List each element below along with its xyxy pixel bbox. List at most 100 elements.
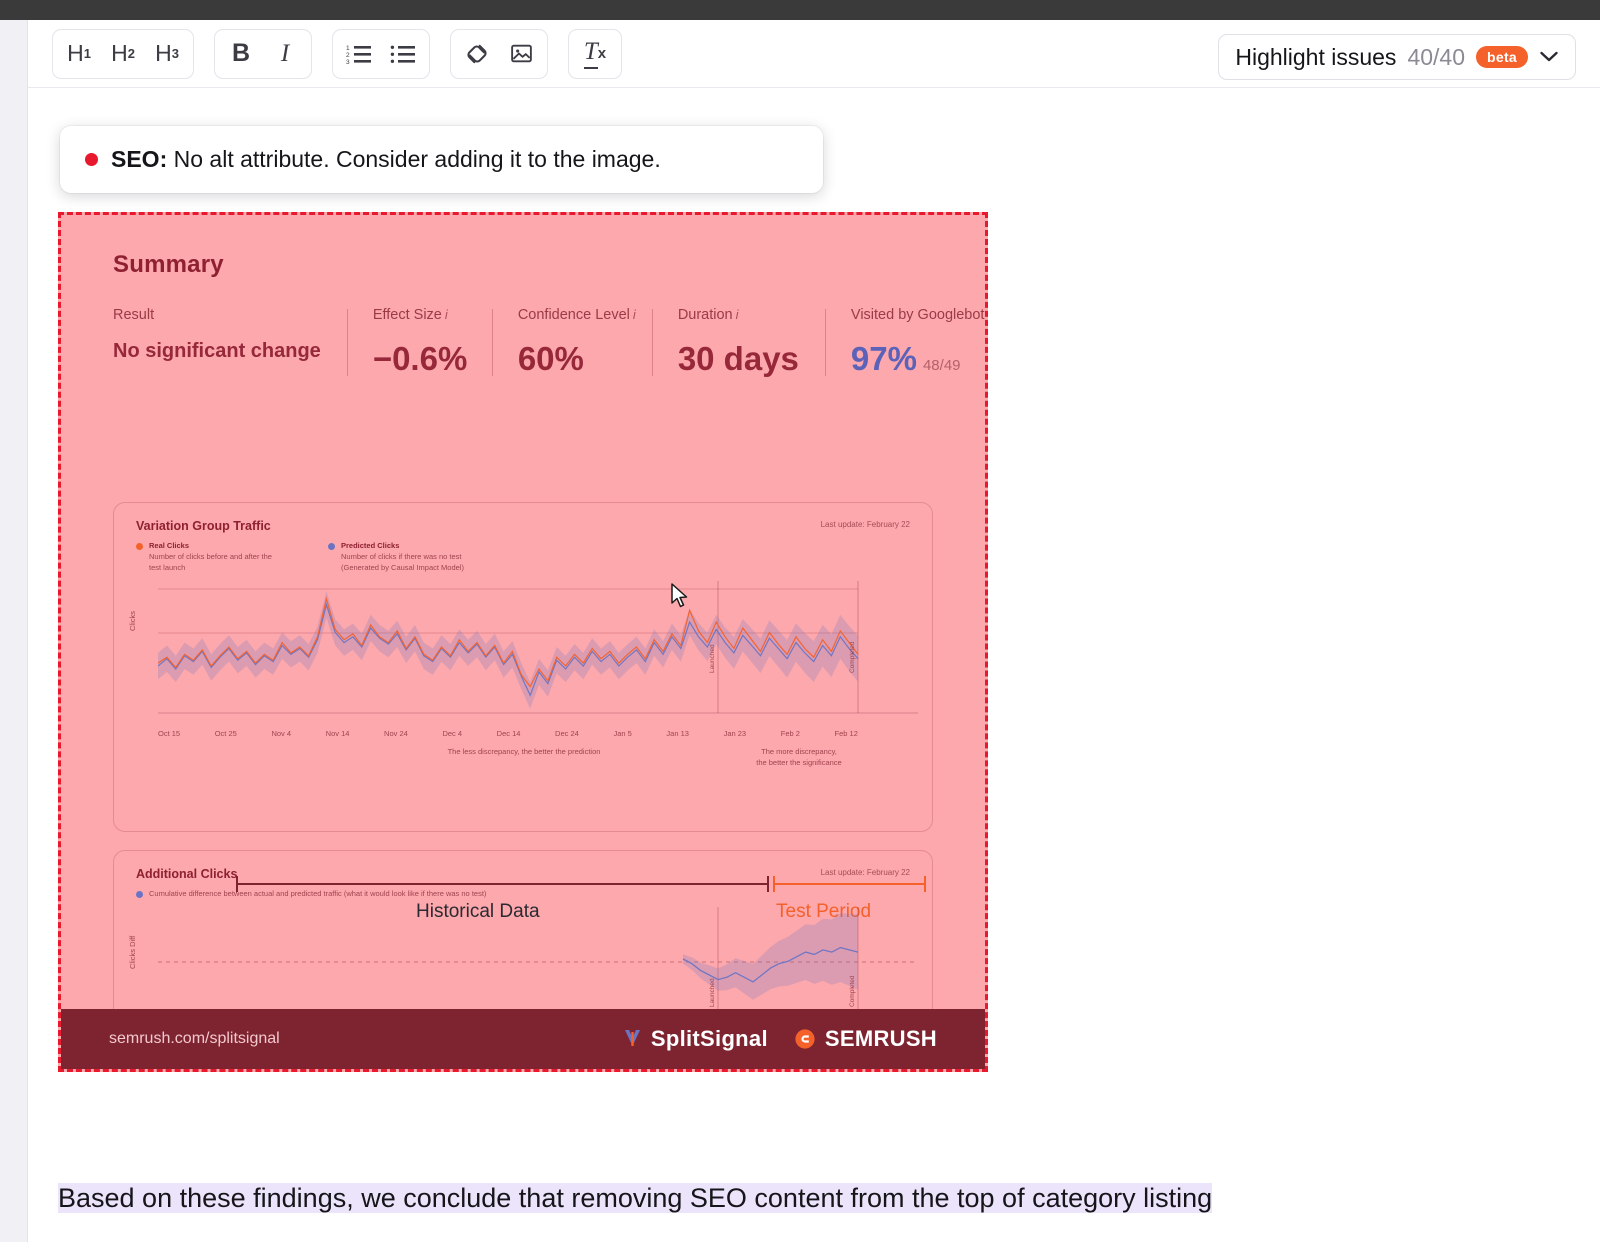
- summary-metrics: Result No significant change Effect Size…: [113, 307, 984, 378]
- metric-duration-label: Duration i: [678, 307, 799, 323]
- list-button-group: 1 2 3: [332, 28, 430, 79]
- chart-card-variation-group-traffic: Variation Group Traffic Last update: Feb…: [113, 502, 933, 832]
- metric-duration: Duration i 30 days: [651, 307, 825, 378]
- legend-item-real-clicks: Real Clicks Number of clicks before and …: [136, 541, 284, 574]
- report-footer: semrush.com/splitsignal SplitSignal SEMR…: [61, 1009, 985, 1069]
- semrush-brand: SEMRUSH: [794, 1026, 937, 1052]
- x-tick-label: Dec 14: [496, 729, 521, 738]
- bold-label: B: [231, 39, 251, 67]
- x-tick-label: Nov 4: [271, 729, 292, 738]
- splitsignal-brand: SplitSignal: [623, 1026, 768, 1052]
- legend-text-cumulative: Cumulative difference between actual and…: [149, 889, 486, 900]
- x-tick-label: Oct 15: [158, 729, 181, 738]
- metric-duration-value: 30 days: [677, 340, 799, 377]
- metric-confidence-label-text: Confidence Level: [517, 307, 630, 323]
- italic-button[interactable]: I: [265, 34, 305, 74]
- x-tick-label: Nov 24: [384, 729, 408, 738]
- x-tick-label: Feb 12: [834, 729, 858, 738]
- ordered-list-button[interactable]: 1 2 3: [339, 34, 379, 74]
- metric-confidence-label: Confidence Level i: [518, 307, 636, 323]
- svg-text:Launched: Launched: [709, 644, 716, 673]
- paragraph-below-image: Based on these findings, we conclude tha…: [58, 1178, 1558, 1218]
- legend-swatch-predicted-clicks: [328, 543, 335, 550]
- italic-label: I: [280, 39, 290, 67]
- metric-googlebot-fraction: 48/49: [922, 357, 961, 374]
- clear-format-group: Tx: [568, 28, 622, 79]
- chart1-plot: Launched Completed: [158, 581, 918, 714]
- bullet-list-icon: [390, 45, 415, 63]
- metric-effect-size-label-text: Effect Size: [372, 307, 442, 323]
- format-button-group: B I: [214, 28, 312, 79]
- chart2-y-axis-label: Clicks Diff: [128, 935, 137, 969]
- paragraph-bottom-text: Based on these findings, we conclude tha…: [58, 1183, 1213, 1213]
- chart1-note-right: The more discrepancy, the better the sig…: [756, 747, 842, 767]
- document-body[interactable]: ge in SEO content. SEO: No alt attribute…: [28, 88, 1600, 1242]
- heading-2-button[interactable]: H2: [103, 34, 143, 74]
- metric-duration-label-text: Duration: [677, 307, 733, 323]
- legend-text-real-clicks: Real Clicks Number of clicks before and …: [149, 541, 284, 574]
- svg-text:2: 2: [346, 52, 350, 59]
- legend-desc-cumulative: Cumulative difference between actual and…: [149, 889, 487, 898]
- bullet-list-button[interactable]: [383, 34, 423, 74]
- legend-desc-real-clicks: Number of clicks before and after the te…: [149, 551, 272, 572]
- info-icon[interactable]: i: [736, 307, 739, 322]
- application-window: H1 H2 H3 B I 1 2 3 T x Highlight issues …: [0, 0, 1600, 1242]
- x-tick-label: Jan 5: [613, 729, 632, 738]
- metric-googlebot-percent: 97%: [850, 340, 917, 377]
- insert-image-button[interactable]: [501, 34, 541, 74]
- editor-toolbar: H1 H2 H3 B I 1 2 3 T x Highlight issues …: [28, 20, 1600, 88]
- svg-text:Completed: Completed: [849, 975, 856, 1007]
- link-icon: [467, 44, 487, 63]
- info-icon[interactable]: i: [445, 307, 448, 322]
- legend-text-predicted-clicks: Predicted Clicks Number of clicks if the…: [341, 541, 476, 574]
- metric-effect-size-label: Effect Size i: [373, 307, 466, 323]
- metric-result-label: Result: [113, 307, 155, 323]
- metric-confidence-level: Confidence Level i 60%: [491, 307, 652, 378]
- chart2-legend: Cumulative difference between actual and…: [136, 889, 486, 900]
- x-tick-label: Jan 13: [666, 729, 689, 738]
- svg-text:1: 1: [346, 45, 350, 52]
- h3-sub: 3: [171, 46, 179, 61]
- chart1-last-update: Last update: February 22: [820, 520, 910, 529]
- h1-sub: 1: [83, 46, 91, 61]
- heading-3-button[interactable]: H3: [147, 34, 187, 74]
- legend-name-real-clicks: Real Clicks: [149, 541, 190, 550]
- insert-link-button[interactable]: [457, 34, 497, 74]
- x-tick-label: Feb 2: [780, 729, 800, 738]
- x-tick-label: Nov 14: [325, 729, 350, 738]
- legend-item-predicted-clicks: Predicted Clicks Number of clicks if the…: [328, 541, 476, 574]
- legend-item-cumulative-difference: Cumulative difference between actual and…: [136, 889, 486, 900]
- chart1-x-tick-labels: Oct 15 Oct 25 Nov 4 Nov 14 Nov 24 Dec 4 Dec 14…: [158, 729, 858, 738]
- seo-tooltip-prefix: SEO:: [111, 146, 168, 172]
- splitsignal-brand-text: SplitSignal: [650, 1026, 768, 1051]
- chart1-title: Variation Group Traffic: [136, 519, 271, 533]
- chart1-note-left: The less discrepancy, the better the pre…: [447, 747, 601, 756]
- clear-format-label: T: [583, 38, 598, 69]
- clear-formatting-button[interactable]: Tx: [575, 34, 615, 74]
- metric-effect-size: Effect Size i −0.6%: [346, 307, 492, 378]
- svg-text:Launched: Launched: [709, 978, 716, 1007]
- image-icon: [510, 44, 532, 63]
- x-tick-label: Dec 4: [442, 729, 463, 738]
- info-icon[interactable]: i: [633, 307, 636, 322]
- legend-desc-predicted-clicks: Number of clicks if there was no test (G…: [341, 551, 464, 572]
- seo-issue-tooltip[interactable]: SEO: No alt attribute. Consider adding i…: [60, 126, 823, 193]
- metric-confidence-value: 60%: [517, 340, 584, 377]
- chart2-plot: Launched Completed: [158, 907, 918, 1011]
- summary-heading: Summary: [113, 251, 224, 278]
- metric-googlebot-value: 97% 48/49: [851, 340, 985, 378]
- bold-button[interactable]: B: [221, 34, 261, 74]
- heading-1-button[interactable]: H1: [59, 34, 99, 74]
- clear-format-sub: x: [597, 45, 607, 62]
- metric-googlebot-label: Visited by Googlebot: [850, 307, 985, 323]
- metric-result: Result No significant change: [113, 307, 347, 378]
- semrush-logo-icon: [795, 1029, 815, 1049]
- splitsignal-logo-icon: [624, 1030, 640, 1046]
- beta-badge: beta: [1476, 46, 1528, 68]
- highlight-issues-dropdown[interactable]: Highlight issues 40/40 beta: [1218, 34, 1576, 80]
- legend-swatch-cumulative: [136, 891, 143, 898]
- flagged-image-splitsignal-report[interactable]: Summary Result No significant change Eff…: [58, 212, 988, 1072]
- highlight-issues-count: 40/40: [1407, 43, 1465, 70]
- chart1-confidence-band: [158, 591, 858, 709]
- footer-brands: SplitSignal SEMRUSH: [623, 1026, 937, 1052]
